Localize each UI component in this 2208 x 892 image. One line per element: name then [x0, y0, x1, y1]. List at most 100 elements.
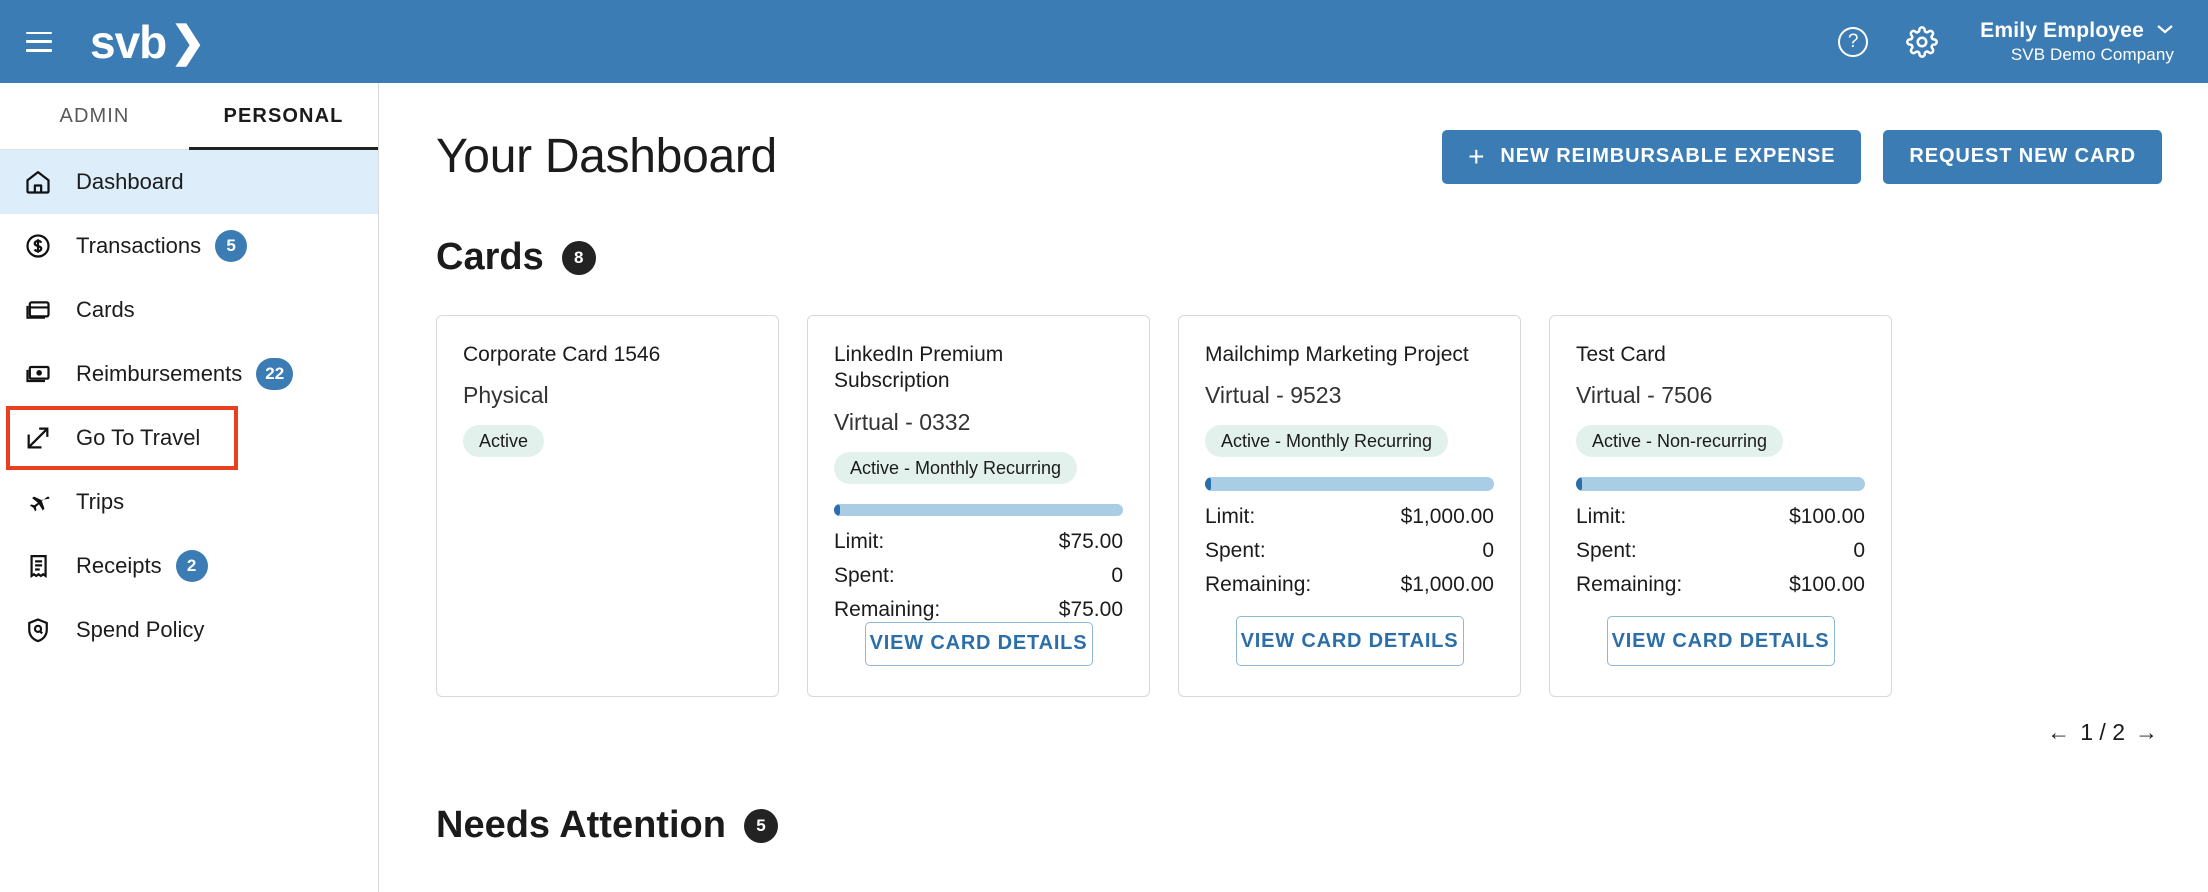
needs-attention-section-header: Needs Attention 5 [436, 804, 2162, 847]
app-root: svb ❯ ? Emily Employee SVB Demo Company … [0, 0, 2208, 892]
sidebar-item-receipts[interactable]: Receipts 2 [0, 534, 378, 598]
card-limit-value: $75.00 [1058, 529, 1123, 553]
card-remaining-value: $100.00 [1789, 573, 1865, 597]
sidebar-item-reimbursements[interactable]: Reimbursements 22 [0, 342, 378, 406]
logo-text: svb [90, 15, 167, 68]
card-spent-label: Spent: [1576, 539, 1637, 563]
card-spent-value: 0 [1111, 563, 1123, 587]
pagination-prev-button[interactable]: ← [2047, 719, 2070, 746]
sidebar-item-label: Cards [76, 297, 135, 322]
pagination-next-button[interactable]: → [2135, 719, 2158, 746]
card-item[interactable]: Corporate Card 1546 Physical Active [436, 315, 779, 697]
card-subtitle: Physical [463, 382, 549, 409]
sidebar-item-label: Spend Policy [76, 617, 205, 642]
user-menu[interactable]: Emily Employee SVB Demo Company [1980, 19, 2174, 65]
card-remaining-row: Remaining: $75.00 [834, 598, 1123, 622]
logo-chevron-icon: ❯ [170, 17, 205, 65]
shield-icon [22, 614, 54, 646]
hamburger-menu-icon[interactable] [26, 31, 52, 52]
card-status-badge: Active - Non-recurring [1576, 425, 1784, 458]
sidebar-item-go-to-travel[interactable]: Go To Travel [0, 406, 378, 470]
card-limit-value: $100.00 [1789, 505, 1865, 529]
help-icon-glyph: ? [1847, 30, 1859, 52]
tab-personal[interactable]: PERSONAL [189, 83, 378, 150]
card-title: Corporate Card 1546 [463, 343, 661, 366]
card-subtitle: Virtual - 9523 [1205, 382, 1342, 409]
card-remaining-label: Remaining: [834, 597, 941, 621]
receipt-icon [22, 550, 54, 582]
svb-logo[interactable]: svb ❯ [90, 15, 205, 68]
user-name: Emily Employee [1980, 18, 2144, 42]
card-title: LinkedIn Premium Subscription [834, 343, 1004, 393]
chevron-down-icon [2156, 22, 2174, 39]
request-new-card-button[interactable]: REQUEST NEW CARD [1883, 129, 2162, 184]
card-spent-row: Spent: 0 [834, 564, 1123, 588]
card-limit-row: Limit: $100.00 [1576, 505, 1865, 529]
card-remaining-label: Remaining: [1205, 573, 1312, 597]
card-item[interactable]: LinkedIn Premium Subscription Virtual - … [807, 315, 1150, 697]
card-spent-label: Spent: [1205, 539, 1266, 563]
gear-icon[interactable] [1906, 25, 1938, 58]
user-company: SVB Demo Company [2010, 44, 2174, 64]
card-status-badge: Active - Monthly Recurring [834, 451, 1078, 484]
plus-icon: + [1468, 140, 1486, 172]
sidebar-badge-transactions: 5 [215, 230, 248, 262]
sidebar: ADMIN PERSONAL Dashboard Transactions 5 … [0, 83, 379, 892]
sidebar-item-transactions[interactable]: Transactions 5 [0, 214, 378, 278]
sidebar-item-label: Receipts [76, 553, 162, 578]
card-status-badge: Active [463, 425, 545, 458]
cards-count-badge: 8 [561, 240, 596, 275]
card-limit-label: Limit: [1576, 505, 1627, 529]
sidebar-item-label: Reimbursements [76, 361, 243, 386]
card-spend-progress-bar [1576, 477, 1865, 492]
external-link-icon [22, 422, 54, 454]
airplane-icon [22, 486, 54, 518]
card-subtitle: Virtual - 7506 [1576, 382, 1713, 409]
sidebar-nav: Dashboard Transactions 5 Cards Reimburse… [0, 150, 378, 662]
sidebar-item-trips[interactable]: Trips [0, 470, 378, 534]
new-reimbursable-expense-button[interactable]: + NEW REIMBURSABLE EXPENSE [1442, 129, 1862, 184]
header-right-group: ? Emily Employee SVB Demo Company [1838, 19, 2208, 65]
request-new-card-label: REQUEST NEW CARD [1909, 145, 2136, 167]
sidebar-item-label: Go To Travel [76, 425, 201, 450]
sidebar-item-label: Dashboard [76, 169, 184, 194]
card-spend-progress-fill [1205, 477, 1211, 492]
card-item[interactable]: Test Card Virtual - 7506 Active - Non-re… [1549, 315, 1892, 697]
sidebar-item-dashboard[interactable]: Dashboard [0, 150, 378, 214]
view-card-details-button[interactable]: VIEW CARD DETAILS [1606, 616, 1835, 666]
main-content: Your Dashboard + NEW REIMBURSABLE EXPENS… [380, 83, 2208, 892]
tab-personal-label: PERSONAL [223, 104, 344, 127]
card-title: Mailchimp Marketing Project [1205, 343, 1469, 366]
pagination-page-indicator: 1 / 2 [2080, 719, 2125, 745]
sidebar-item-label: Transactions [76, 233, 202, 258]
tab-admin-label: ADMIN [59, 104, 130, 127]
home-icon [22, 166, 54, 198]
card-remaining-row: Remaining: $100.00 [1576, 573, 1865, 597]
help-icon[interactable]: ? [1838, 26, 1869, 57]
cards-section-header: Cards 8 [436, 236, 2162, 279]
card-spent-value: 0 [1853, 539, 1865, 563]
card-spent-value: 0 [1482, 539, 1494, 563]
tab-admin[interactable]: ADMIN [0, 83, 189, 149]
card-spent-row: Spent: 0 [1576, 539, 1865, 563]
card-title: Test Card [1576, 343, 1666, 366]
card-item[interactable]: Mailchimp Marketing Project Virtual - 95… [1178, 315, 1521, 697]
card-limit-label: Limit: [834, 529, 885, 553]
user-name-row: Emily Employee [1980, 19, 2174, 43]
card-remaining-value: $1,000.00 [1400, 573, 1494, 597]
sidebar-badge-reimbursements: 22 [256, 358, 294, 390]
card-limit-row: Limit: $75.00 [834, 530, 1123, 554]
card-limit-label: Limit: [1205, 505, 1256, 529]
card-spent-row: Spent: 0 [1205, 539, 1494, 563]
sidebar-item-spend-policy[interactable]: Spend Policy [0, 598, 378, 662]
card-spent-label: Spent: [834, 563, 895, 587]
view-card-details-button[interactable]: VIEW CARD DETAILS [1235, 616, 1464, 666]
card-spend-progress-fill [1576, 477, 1582, 492]
view-card-details-button[interactable]: VIEW CARD DETAILS [864, 621, 1093, 666]
page-title: Your Dashboard [436, 130, 777, 183]
card-remaining-label: Remaining: [1576, 573, 1683, 597]
card-spend-progress-bar [1205, 477, 1494, 492]
needs-attention-title: Needs Attention [436, 804, 726, 846]
sidebar-item-cards[interactable]: Cards [0, 278, 378, 342]
card-status-badge: Active - Monthly Recurring [1205, 425, 1449, 458]
